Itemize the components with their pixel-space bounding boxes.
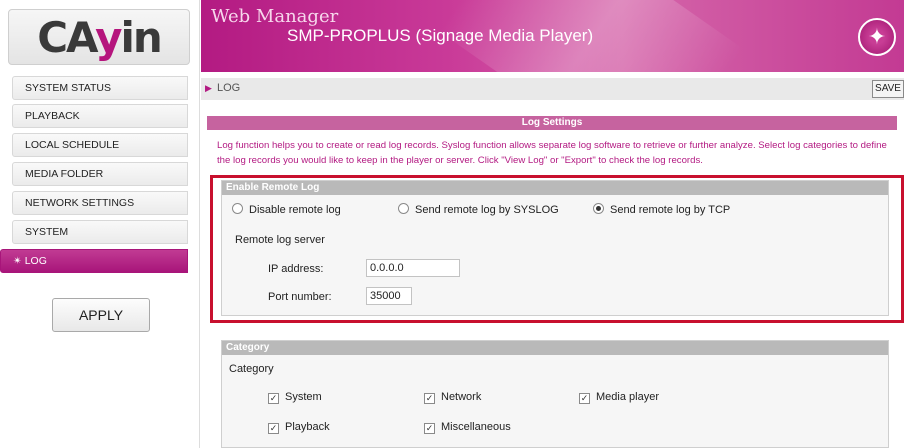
category-section-header: Category [222,341,888,355]
sidebar-item-label: LOCAL SCHEDULE [25,139,120,151]
sidebar-item-label: SYSTEM [25,226,69,238]
apply-button[interactable]: APPLY [52,298,150,332]
log-settings-description: Log function helps you to create or read… [217,140,887,166]
log-settings-header: Log Settings [207,116,897,130]
checkbox-label: Playback [285,421,330,433]
sidebar-item-local-schedule[interactable]: LOCAL SCHEDULE [12,133,188,157]
sidebar-item-system[interactable]: SYSTEM [12,220,188,244]
checkbox-checked-icon[interactable]: ✓ [424,423,435,434]
checkbox-network[interactable]: ✓ Network [424,391,481,404]
logo-text-y: y [95,12,122,62]
logo-area: CAyin [0,0,200,72]
checkbox-label: Media player [596,391,659,403]
checkbox-label: Network [441,391,482,403]
breadcrumb: ▶ LOG [205,82,240,94]
sidebar-item-label: NETWORK SETTINGS [25,197,135,209]
category-label: Category [229,363,274,375]
sidebar-item-label: PLAYBACK [25,110,80,122]
highlight-frame [210,175,904,323]
checkbox-miscellaneous[interactable]: ✓ Miscellaneous [424,421,511,434]
breadcrumb-label: LOG [216,82,241,94]
sidebar-item-media-folder[interactable]: MEDIA FOLDER [12,162,188,186]
breadcrumb-bar: ▶ LOG SAVE [201,78,904,100]
sidebar-item-label: LOG [24,255,47,267]
logo-text-b: in [120,12,162,62]
sidebar-item-log[interactable]: ✴ LOG [0,249,188,273]
sidebar-item-playback[interactable]: PLAYBACK [12,104,188,128]
sidebar-item-label: MEDIA FOLDER [25,168,104,180]
sidebar: SYSTEM STATUS PLAYBACK LOCAL SCHEDULE ME… [0,72,200,448]
checkbox-checked-icon[interactable]: ✓ [268,393,279,404]
logo-text-a: CA [37,12,97,62]
checkbox-system[interactable]: ✓ System [268,391,322,404]
cayin-logo: CAyin [8,9,190,65]
checkbox-checked-icon[interactable]: ✓ [268,423,279,434]
sidebar-item-system-status[interactable]: SYSTEM STATUS [12,76,188,100]
sidebar-item-network-settings[interactable]: NETWORK SETTINGS [12,191,188,215]
checkbox-label: System [285,391,322,403]
save-button[interactable]: SAVE [872,80,904,98]
device-name: SMP-PROPLUS (Signage Media Player) [287,26,594,45]
checkbox-checked-icon[interactable]: ✓ [579,393,590,404]
checkbox-checked-icon[interactable]: ✓ [424,393,435,404]
checkbox-playback[interactable]: ✓ Playback [268,421,330,434]
header-banner: Web Manager SMP-PROPLUS (Signage Media P… [201,0,904,72]
checkbox-label: Miscellaneous [441,421,511,433]
checkbox-media-player[interactable]: ✓ Media player [579,391,659,404]
magic-wand-icon[interactable]: ✦ [858,18,896,56]
breadcrumb-arrow-icon: ▶ [205,83,212,93]
app-title: Web Manager [211,6,339,27]
sidebar-item-label: SYSTEM STATUS [25,82,111,94]
active-marker-icon: ✴ [13,255,25,267]
